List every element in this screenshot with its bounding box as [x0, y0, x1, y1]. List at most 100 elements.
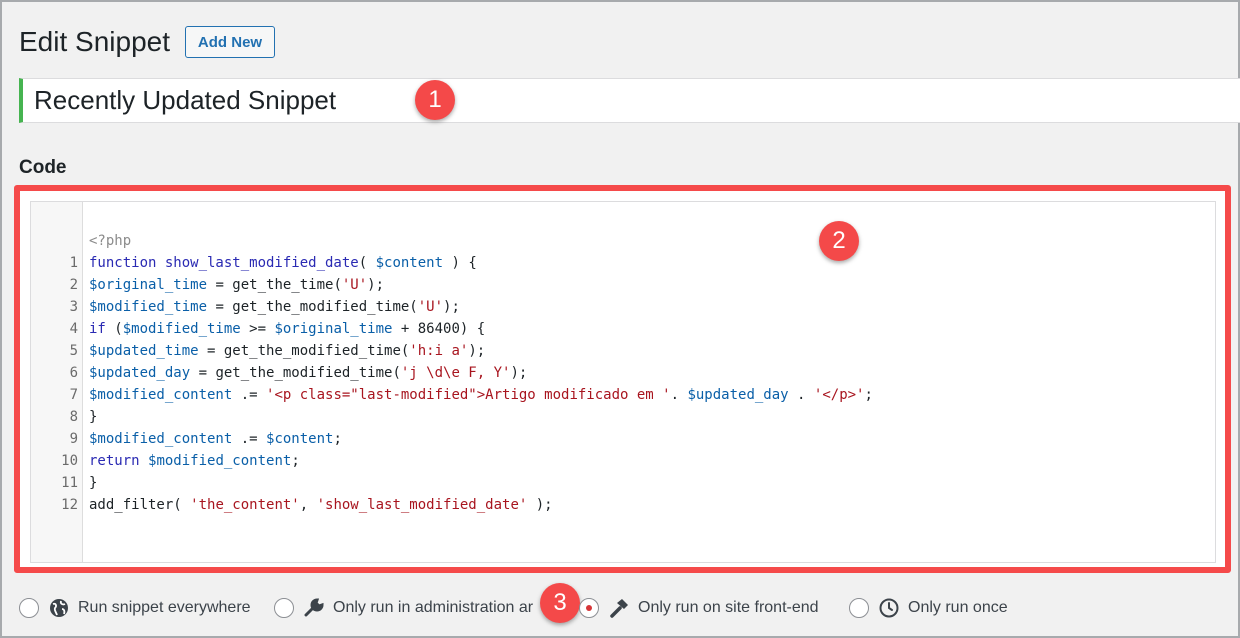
code-text: } — [89, 472, 97, 494]
code-token: 'h:i a' — [409, 343, 469, 359]
scope-options: Run snippet everywhere Only run in admin… — [19, 594, 1229, 622]
snippet-title-input[interactable]: Recently Updated Snippet — [19, 78, 1240, 123]
code-text: $modified_content .= $content; — [89, 428, 342, 450]
code-token: , — [299, 497, 317, 513]
code-token: = get_the_time( — [207, 277, 342, 293]
scope-option-admin[interactable]: Only run in administration ar — [274, 594, 533, 622]
scope-label-everywhere: Run snippet everywhere — [78, 599, 251, 616]
scope-label-admin: Only run in administration ar — [333, 599, 534, 616]
code-token: .= — [232, 431, 267, 447]
scope-label-frontend: Only run on site front-end — [638, 599, 819, 616]
code-token: $original_time — [274, 321, 393, 337]
line-number: 5 — [69, 343, 78, 359]
code-token: 'show_last_modified_date' — [316, 497, 528, 513]
code-text: function show_last_modified_date( $conte… — [89, 252, 477, 274]
code-token: $updated_time — [89, 343, 199, 359]
code-token: $modified_content — [89, 387, 233, 403]
code-token: return — [89, 453, 140, 469]
annotation-badge-2: 2 — [819, 221, 859, 261]
code-line: 10 return $modified_content; — [31, 450, 1215, 472]
code-token: ; — [864, 387, 873, 403]
code-section-label: Code — [19, 157, 67, 178]
clock-icon — [878, 597, 900, 619]
code-token: ( — [105, 321, 123, 337]
code-text: $updated_time = get_the_modified_time('h… — [89, 340, 485, 362]
globe-icon — [48, 597, 70, 619]
scope-label-once: Only run once — [908, 599, 1008, 616]
code-token: . — [670, 387, 688, 403]
code-token: + 86400) { — [392, 321, 486, 337]
line-number: 3 — [69, 299, 78, 315]
code-token: 'the_content' — [190, 497, 300, 513]
line-number: 2 — [69, 277, 78, 293]
code-text: if ($modified_time >= $original_time + 8… — [89, 318, 485, 340]
code-line: 2 $original_time = get_the_time('U'); — [31, 274, 1215, 296]
code-token: ) { — [443, 255, 477, 271]
code-token: ); — [510, 365, 528, 381]
code-line: 5 $updated_time = get_the_modified_time('… — [31, 340, 1215, 362]
wrench-icon — [303, 597, 325, 619]
code-token: '<p class="last-modified">Artigo modific… — [266, 387, 671, 403]
code-token: ; — [333, 431, 342, 447]
scope-option-frontend[interactable]: Only run on site front-end — [579, 594, 819, 622]
code-token: '</p>' — [813, 387, 865, 403]
radio-frontend[interactable] — [579, 598, 599, 618]
code-token: ; — [291, 453, 300, 469]
code-token: ); — [468, 343, 486, 359]
radio-admin[interactable] — [274, 598, 294, 618]
code-token: show_last_modified_date — [164, 255, 359, 271]
code-token: 'U' — [341, 277, 368, 293]
code-token: $modified_content — [148, 453, 292, 469]
code-token: function — [89, 255, 165, 271]
line-number: 11 — [61, 475, 78, 491]
code-highlight-box: <?php 1 function show_last_modified_date(… — [14, 185, 1231, 573]
code-token: = get_the_modified_time( — [207, 299, 418, 315]
code-token: if — [89, 321, 106, 337]
code-line: 3 $modified_time = get_the_modified_time(… — [31, 296, 1215, 318]
code-text: $original_time = get_the_time('U'); — [89, 274, 384, 296]
code-token: $modified_time — [122, 321, 241, 337]
code-line: 8} — [31, 406, 1215, 428]
code-token: $original_time — [89, 277, 208, 293]
code-line: 6 $updated_day = get_the_modified_time('j… — [31, 362, 1215, 384]
line-number: 6 — [69, 365, 78, 381]
line-number: 10 — [61, 453, 78, 469]
line-number: 12 — [61, 497, 78, 513]
code-token: $modified_time — [89, 299, 208, 315]
line-number: 9 — [69, 431, 78, 447]
code-token: ); — [367, 277, 385, 293]
code-token: add_filter( — [89, 497, 191, 513]
scope-option-once[interactable]: Only run once — [849, 594, 1008, 622]
radio-once[interactable] — [849, 598, 869, 618]
code-text: return $modified_content; — [89, 450, 300, 472]
code-token: >= — [240, 321, 275, 337]
hammer-icon — [608, 597, 630, 619]
code-text: } — [89, 406, 97, 428]
code-editor[interactable]: <?php 1 function show_last_modified_date(… — [30, 201, 1216, 563]
add-new-button[interactable]: Add New — [185, 26, 275, 58]
radio-everywhere[interactable] — [19, 598, 39, 618]
code-token: ); — [443, 299, 460, 315]
line-number: 4 — [69, 321, 78, 337]
line-number: 7 — [69, 387, 78, 403]
code-token: $modified_content — [89, 431, 233, 447]
code-token: 'U' — [417, 299, 444, 315]
code-token: .= — [232, 387, 267, 403]
code-token: $content — [375, 255, 444, 271]
code-token: ( — [358, 255, 376, 271]
annotation-badge-1: 1 — [415, 80, 455, 120]
code-token: . — [788, 387, 814, 403]
code-text: $updated_day = get_the_modified_time('j … — [89, 362, 527, 384]
page-title: Edit Snippet — [19, 26, 170, 57]
code-token: $content — [266, 431, 334, 447]
code-content[interactable]: <?php 1 function show_last_modified_date(… — [31, 208, 1215, 516]
scope-option-everywhere[interactable]: Run snippet everywhere — [19, 594, 251, 622]
code-line: 11} — [31, 472, 1215, 494]
code-token: ); — [527, 497, 553, 513]
code-token: } — [89, 409, 98, 425]
code-text: $modified_time = get_the_modified_time('… — [89, 296, 460, 318]
code-line: 7 $modified_content .= '<p class="last-mo… — [31, 384, 1215, 406]
code-token: = get_the_modified_time( — [190, 365, 401, 381]
